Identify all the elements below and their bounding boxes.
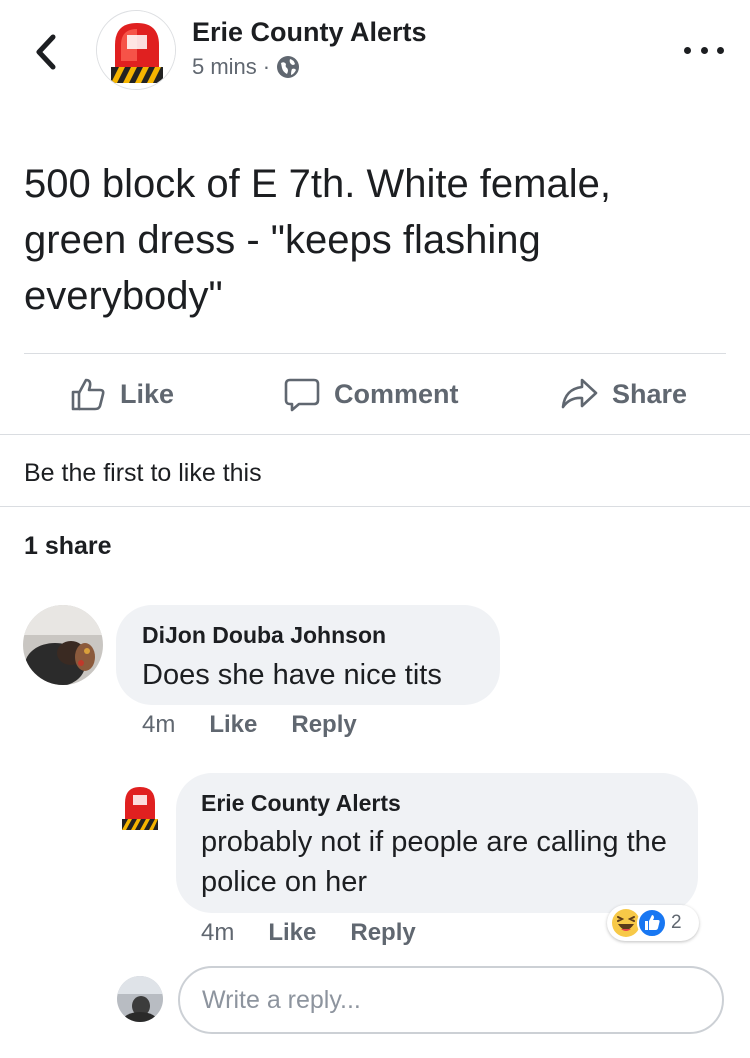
reaction-count: 2 [671, 912, 682, 933]
comment-time[interactable]: 4m [142, 711, 175, 739]
chevron-left-icon [36, 34, 56, 70]
siren-icon [118, 783, 162, 833]
post-header: Erie County Alerts 5 mins · [0, 0, 750, 100]
comment-like-button[interactable]: Like [209, 711, 257, 739]
comment-label: Comment [334, 378, 459, 409]
siren-icon [97, 11, 175, 89]
likes-summary[interactable]: Be the first to like this [24, 459, 262, 488]
reply-meta: 4m Like Reply [201, 919, 450, 947]
more-options-button[interactable] [684, 38, 724, 62]
share-label: Share [612, 378, 688, 409]
divider [0, 506, 750, 507]
back-button[interactable] [28, 30, 64, 74]
post-time[interactable]: 5 mins [192, 54, 257, 80]
reply-text: probably not if people are calling the p… [201, 826, 667, 898]
post-text: 500 block of E 7th. White female, green … [24, 162, 611, 318]
user-photo-icon [117, 976, 163, 1022]
comment-reply-button[interactable]: Reply [291, 711, 356, 739]
share-arrow-icon [561, 378, 598, 409]
ellipsis-icon [684, 46, 691, 54]
post-meta: 5 mins · [192, 54, 300, 80]
thumbs-up-icon [71, 378, 105, 411]
shares-summary[interactable]: 1 share [24, 532, 112, 561]
reply-time[interactable]: 4m [201, 919, 234, 947]
meta-separator: · [262, 54, 271, 79]
like-label: Like [120, 378, 175, 409]
comment-button[interactable]: Comment [284, 376, 459, 412]
reply-like-button[interactable]: Like [268, 919, 316, 947]
comment-icon [284, 378, 320, 412]
user-photo-icon [23, 605, 103, 685]
reply-author-avatar[interactable] [118, 783, 162, 833]
comment-author[interactable]: DiJon Douba Johnson [142, 622, 386, 649]
page-avatar[interactable] [96, 10, 176, 90]
globe-icon [277, 56, 300, 78]
current-user-avatar [117, 976, 163, 1022]
share-button[interactable]: Share [560, 376, 687, 412]
reply-author[interactable]: Erie County Alerts [201, 790, 401, 817]
reaction-summary[interactable]: 2 [607, 905, 699, 941]
page-name[interactable]: Erie County Alerts [192, 17, 427, 48]
like-reaction-icon [637, 908, 667, 938]
comment-meta: 4m Like Reply [142, 711, 391, 739]
commenter-avatar[interactable] [23, 605, 103, 685]
action-bar: Like Comment Share [0, 354, 750, 434]
reply-reply-button[interactable]: Reply [350, 919, 415, 947]
comment-text: Does she have nice tits [142, 659, 442, 691]
divider [0, 434, 750, 435]
reply-input[interactable] [178, 966, 724, 1034]
like-button[interactable]: Like [70, 376, 174, 412]
